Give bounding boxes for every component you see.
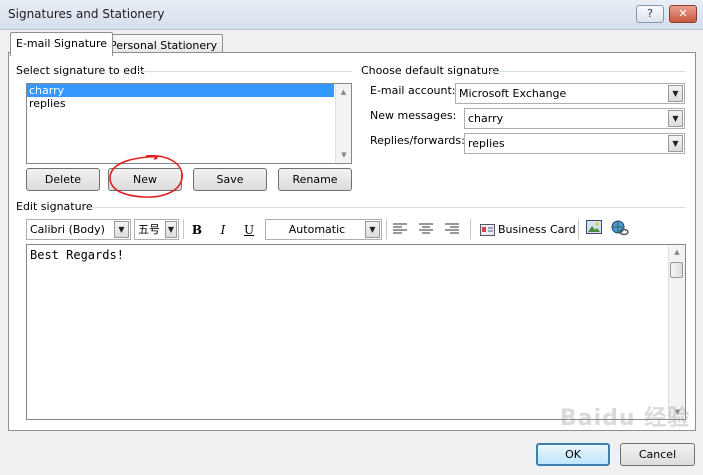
scroll-up-icon[interactable]: ▲ xyxy=(669,245,685,256)
divider xyxy=(138,71,352,72)
list-item[interactable]: charry xyxy=(27,84,334,97)
toolbar-separator xyxy=(470,219,471,239)
select-value: replies xyxy=(468,137,505,150)
align-left-icon[interactable] xyxy=(390,220,410,240)
list-item-label: replies xyxy=(29,97,66,110)
help-button[interactable]: ? xyxy=(636,5,664,23)
toolbar-separator xyxy=(183,219,184,239)
align-center-icon[interactable] xyxy=(416,220,436,240)
insert-hyperlink-icon[interactable] xyxy=(610,220,630,240)
select-value: 五号 xyxy=(138,223,160,236)
bold-icon[interactable]: B xyxy=(187,220,207,240)
signature-list[interactable]: charry replies ▲ ▼ xyxy=(26,83,352,164)
editor-scrollbar[interactable]: ▲ ▼ xyxy=(668,245,685,419)
list-item[interactable]: replies xyxy=(27,97,334,110)
email-account-label: E-mail account: xyxy=(370,84,456,97)
signature-text[interactable]: Best Regards! xyxy=(30,248,124,262)
replies-forwards-label: Replies/forwards: xyxy=(370,134,465,147)
business-card-button[interactable]: Business Card xyxy=(478,220,576,240)
underline-icon[interactable]: U xyxy=(239,220,259,240)
ok-button[interactable]: OK xyxy=(536,443,610,466)
scroll-up-icon[interactable]: ▲ xyxy=(336,84,351,96)
list-item-label: charry xyxy=(29,84,65,97)
button-label: OK xyxy=(565,448,581,461)
chevron-down-icon[interactable]: ▼ xyxy=(165,221,177,238)
cancel-button[interactable]: Cancel xyxy=(620,443,695,466)
font-select[interactable]: Calibri (Body) ▼ xyxy=(26,219,131,240)
tab-label: E-mail Signature xyxy=(16,37,108,50)
edit-signature-label: Edit signature xyxy=(16,200,93,213)
italic-icon[interactable]: I xyxy=(213,220,233,240)
window-title: Signatures and Stationery xyxy=(8,7,165,21)
button-label: Save xyxy=(216,173,244,186)
email-account-select[interactable]: Microsoft Exchange ▼ xyxy=(455,83,685,104)
default-signature-label: Choose default signature xyxy=(361,64,500,77)
annotation-circle xyxy=(109,154,183,198)
scroll-thumb[interactable] xyxy=(670,262,683,278)
new-messages-select[interactable]: charry ▼ xyxy=(464,108,685,129)
chevron-down-icon[interactable]: ▼ xyxy=(668,110,683,127)
rename-button[interactable]: Rename xyxy=(278,168,352,191)
toolbar-separator xyxy=(386,219,387,239)
button-label: Delete xyxy=(44,173,82,186)
chevron-down-icon[interactable]: ▼ xyxy=(668,85,683,102)
chevron-down-icon[interactable]: ▼ xyxy=(114,221,129,238)
insert-picture-icon[interactable] xyxy=(584,220,604,240)
chevron-down-icon[interactable]: ▼ xyxy=(365,221,380,238)
new-messages-label: New messages: xyxy=(370,109,457,122)
select-value: Automatic xyxy=(288,223,346,236)
list-scrollbar[interactable]: ▲ ▼ xyxy=(335,84,351,163)
tab-email-signature[interactable]: E-mail Signature xyxy=(10,32,114,56)
divider xyxy=(90,207,685,208)
select-signature-label: Select signature to edit xyxy=(16,64,145,77)
save-button[interactable]: Save xyxy=(193,168,267,191)
align-right-icon[interactable] xyxy=(442,220,462,240)
select-value: Microsoft Exchange xyxy=(459,87,567,100)
button-label: Business Card xyxy=(498,223,576,236)
close-button[interactable]: ✕ xyxy=(669,5,697,23)
font-size-select[interactable]: 五号 ▼ xyxy=(134,219,179,240)
select-value: charry xyxy=(468,112,504,125)
delete-button[interactable]: Delete xyxy=(26,168,100,191)
business-card-icon xyxy=(480,224,495,236)
scroll-down-icon[interactable]: ▼ xyxy=(336,151,352,159)
divider xyxy=(487,71,685,72)
replies-forwards-select[interactable]: replies ▼ xyxy=(464,133,685,154)
title-bar: Signatures and Stationery ? ✕ xyxy=(0,0,703,30)
tab-label: Personal Stationery xyxy=(110,39,218,52)
chevron-down-icon[interactable]: ▼ xyxy=(668,135,683,152)
close-icon: ✕ xyxy=(678,7,688,20)
toolbar-separator xyxy=(578,219,579,239)
font-color-select[interactable]: Automatic ▼ xyxy=(265,219,382,240)
button-label: Cancel xyxy=(638,448,677,461)
button-label: Rename xyxy=(292,173,338,186)
watermark-logo: Baidu 经验 xyxy=(560,406,691,431)
help-icon: ? xyxy=(647,7,653,20)
signature-editor[interactable]: Best Regards! ▲ ▼ xyxy=(26,244,686,420)
select-value: Calibri (Body) xyxy=(30,223,105,236)
